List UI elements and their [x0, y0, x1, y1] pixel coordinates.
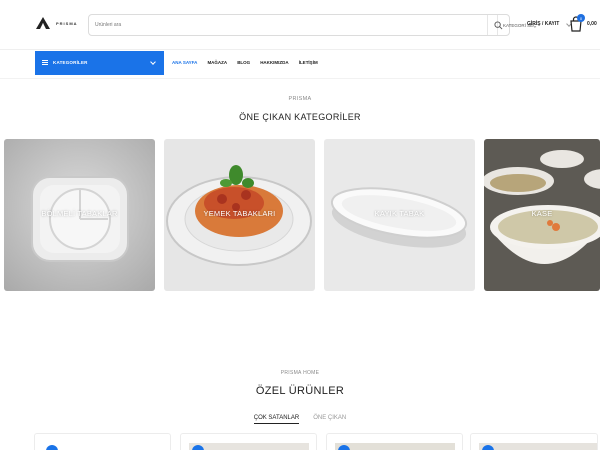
nav-item-blog[interactable]: BLOG — [237, 60, 250, 65]
nav-item-about[interactable]: HAKKIMIZDA — [260, 60, 289, 65]
product-tabs: ÇOK SATANLAR ÖNE ÇIKAN — [0, 415, 600, 424]
product-card[interactable] — [34, 433, 171, 450]
login-link[interactable]: GİRİŞ / KAYIT — [527, 21, 559, 27]
search-bar: KATEGORİ SEÇ — [88, 14, 572, 36]
main-nav: ANA SAYFA MAĞAZA BLOG HAKKIMIZDA İLETİŞİ… — [172, 60, 318, 65]
category-card-label: YEMEK TABAKLARI — [203, 209, 276, 218]
logo[interactable]: PRISMA — [36, 17, 78, 29]
product-badge — [192, 445, 204, 450]
featured-title: ÖNE ÇIKAN KATEGORİLER — [239, 112, 361, 122]
category-card-bowls[interactable]: KASE — [484, 139, 600, 291]
category-card-dinner-plates[interactable]: YEMEK TABAKLARI — [164, 139, 315, 291]
category-card-label: KASE — [531, 209, 553, 218]
search-icon — [494, 20, 503, 29]
category-card-divided-plates[interactable]: BÖLMELİ TABAKLAR — [4, 139, 155, 291]
product-image — [479, 443, 597, 450]
products-eyebrow: PRISMA HOME — [280, 370, 320, 376]
nav-item-contact[interactable]: İLETİŞİM — [299, 60, 318, 65]
product-card[interactable] — [326, 433, 463, 450]
nav-item-shop[interactable]: MAĞAZA — [207, 60, 227, 65]
tab-featured[interactable]: ÖNE ÇIKAN — [313, 415, 346, 424]
products-title: ÖZEL ÜRÜNLER — [255, 385, 345, 397]
nav-item-home[interactable]: ANA SAYFA — [172, 60, 197, 65]
product-image — [189, 443, 309, 450]
product-image — [335, 443, 455, 450]
header: PRISMA KATEGORİ SEÇ GİRİŞ / KAYIT 0 0,00 — [0, 0, 600, 48]
logo-text: PRISMA — [56, 20, 78, 26]
product-badge — [482, 445, 494, 450]
category-card-label: KAYIK TABAK — [374, 209, 425, 218]
category-card-label: BÖLMELİ TABAKLAR — [41, 209, 118, 218]
product-badge — [338, 445, 350, 450]
nav-divider — [0, 78, 600, 79]
product-badge — [46, 445, 58, 450]
product-card[interactable] — [470, 433, 598, 450]
chevron-down-icon — [150, 59, 156, 65]
search-input[interactable] — [95, 17, 395, 33]
cart-total[interactable]: 0,00 — [587, 21, 597, 27]
header-divider — [0, 49, 600, 50]
categories-button[interactable]: KATEGORİLER — [35, 51, 164, 75]
logo-icon — [36, 17, 50, 29]
featured-eyebrow: PRISMA — [288, 96, 312, 102]
categories-button-label: KATEGORİLER — [53, 60, 88, 65]
category-card-boat-dish[interactable]: KAYIK TABAK — [324, 139, 475, 291]
tab-best-sellers[interactable]: ÇOK SATANLAR — [253, 415, 300, 424]
cart-count-badge: 0 — [577, 14, 585, 22]
menu-icon — [42, 60, 48, 65]
product-card[interactable] — [180, 433, 317, 450]
search-button[interactable] — [487, 15, 509, 35]
